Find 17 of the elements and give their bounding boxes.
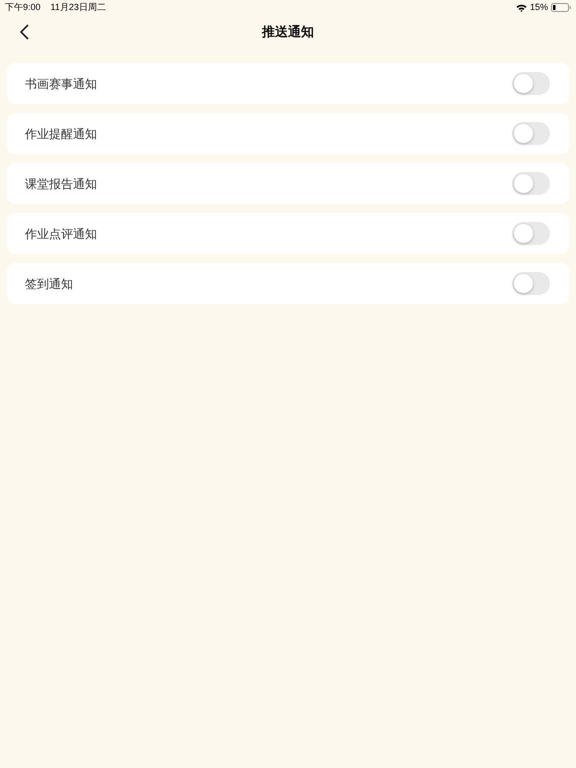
toggle-switch[interactable] [512,272,550,295]
setting-label: 课堂报告通知 [25,176,97,192]
toggle-switch[interactable] [512,122,550,145]
page-title: 推送通知 [262,23,314,42]
back-icon [20,24,28,40]
setting-label: 作业提醒通知 [25,126,97,142]
toggle-switch[interactable] [512,172,550,195]
setting-label: 作业点评通知 [25,226,97,242]
toggle-switch[interactable] [512,222,550,245]
toggle-switch[interactable] [512,72,550,95]
battery-percent: 15% [530,0,548,14]
status-time: 下午9:00 [5,0,41,14]
wifi-icon [516,4,527,12]
status-date: 11月23日周二 [50,0,106,14]
setting-label: 签到通知 [25,276,73,292]
setting-label: 书画赛事通知 [25,76,97,92]
battery-icon [551,3,571,12]
